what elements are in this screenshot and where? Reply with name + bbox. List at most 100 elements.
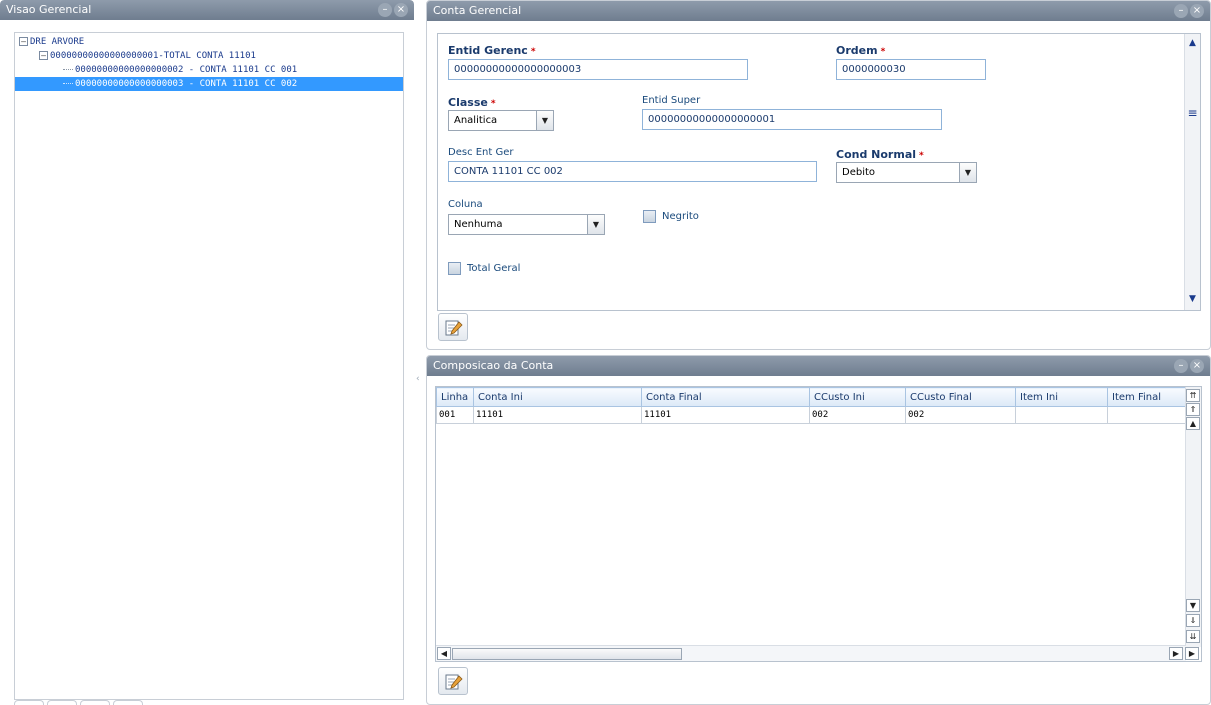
- negrito-checkbox[interactable]: [643, 210, 656, 223]
- negrito-label: Negrito: [662, 211, 699, 222]
- panel-controls: – ×: [1174, 4, 1204, 18]
- close-icon[interactable]: ×: [1190, 4, 1204, 18]
- column-header-conta-final[interactable]: Conta Final: [641, 387, 810, 407]
- cell-item-ini[interactable]: [1015, 406, 1108, 424]
- entid-super-label: Entid Super: [642, 95, 701, 106]
- splitter-arrow-icon[interactable]: ‹: [416, 374, 420, 384]
- panel-header: Conta Gerencial – ×: [427, 1, 1210, 21]
- scroll-thumb[interactable]: [452, 648, 682, 660]
- conta-gerencial-panel: Conta Gerencial – × Entid Gerenc * 000000…: [426, 0, 1211, 350]
- cell-ccusto-ini[interactable]: 002: [809, 406, 906, 424]
- edit-button[interactable]: [438, 313, 468, 341]
- tree-node-cc-001[interactable]: 00000000000000000002 - CONTA 11101 CC 00…: [63, 63, 297, 77]
- bottom-tab[interactable]: [47, 700, 77, 705]
- entid-super-field[interactable]: 00000000000000000001: [642, 109, 942, 130]
- label-text: Ordem: [836, 44, 878, 57]
- composicao-grid: Linha Conta Ini Conta Final CCusto Ini C…: [436, 387, 1188, 424]
- column-header-linha[interactable]: Linha: [436, 387, 474, 407]
- scroll-page-up-icon[interactable]: ⇑: [1186, 403, 1200, 416]
- tree-node-label: 00000000000000000002 - CONTA 11101 CC 00…: [75, 65, 298, 75]
- scroll-up-icon[interactable]: ▲: [1186, 417, 1200, 430]
- ordem-label: Ordem *: [836, 44, 885, 57]
- classe-select[interactable]: Analitica ▼: [448, 110, 554, 131]
- label-text: Entid Gerenc: [448, 44, 528, 57]
- tree-node-label: 00000000000000000001-TOTAL CONTA 11101: [50, 51, 256, 61]
- minimize-icon[interactable]: –: [1174, 359, 1188, 373]
- tree-node-cc-002[interactable]: 00000000000000000003 - CONTA 11101 CC 00…: [15, 77, 403, 91]
- coluna-select[interactable]: Nenhuma ▼: [448, 214, 605, 235]
- bottom-tab[interactable]: [14, 700, 44, 705]
- edit-icon: [445, 320, 463, 336]
- select-value: Debito: [842, 167, 876, 178]
- ordem-field[interactable]: 0000000030: [836, 59, 986, 80]
- visao-gerencial-panel: Visao Gerencial – × – DRE ARVORE –0000000…: [0, 0, 414, 705]
- panel-controls: – ×: [378, 3, 408, 17]
- edit-button[interactable]: [438, 667, 468, 695]
- scroll-right-icon[interactable]: ▶: [1169, 647, 1183, 660]
- collapse-icon[interactable]: –: [39, 51, 48, 60]
- form-scrollbar[interactable]: ▲ ≡ ▼: [1184, 34, 1200, 310]
- column-header-ccusto-final[interactable]: CCusto Final: [905, 387, 1016, 407]
- scroll-top-icon[interactable]: ⇈: [1186, 389, 1200, 402]
- grid-horizontal-scrollbar[interactable]: ◀: [436, 645, 1186, 661]
- cond-normal-label: Cond Normal *: [836, 148, 924, 161]
- scroll-down-icon[interactable]: ▼: [1185, 292, 1200, 306]
- scroll-left-icon[interactable]: ◀: [437, 647, 451, 660]
- cell-item-final[interactable]: [1107, 406, 1188, 424]
- scroll-thumb-icon[interactable]: ≡: [1185, 106, 1200, 120]
- bottom-tabs: [14, 700, 143, 705]
- panel-title: Composicao da Conta: [433, 359, 554, 372]
- cell-conta-ini[interactable]: 11101: [473, 406, 642, 424]
- cell-linha[interactable]: 001: [436, 406, 474, 424]
- column-header-ccusto-ini[interactable]: CCusto Ini: [809, 387, 906, 407]
- close-icon[interactable]: ×: [394, 3, 408, 17]
- select-value: Analitica: [454, 115, 498, 126]
- tree-node-total-conta[interactable]: –00000000000000000001-TOTAL CONTA 11101: [39, 49, 256, 63]
- entid-gerenc-label: Entid Gerenc *: [448, 44, 536, 57]
- close-icon[interactable]: ×: [1190, 359, 1204, 373]
- column-header-item-ini[interactable]: Item Ini: [1015, 387, 1108, 407]
- minimize-icon[interactable]: –: [378, 3, 392, 17]
- scroll-up-icon[interactable]: ▲: [1185, 36, 1200, 50]
- scroll-bottom-icon[interactable]: ⇊: [1186, 630, 1200, 643]
- coluna-label: Coluna: [448, 199, 483, 210]
- bottom-tab[interactable]: [80, 700, 110, 705]
- panel-title: Conta Gerencial: [433, 4, 522, 17]
- tree-node-root[interactable]: – DRE ARVORE: [19, 35, 84, 49]
- panel-header: Composicao da Conta – ×: [427, 356, 1210, 376]
- grid-area: Linha Conta Ini Conta Final CCusto Ini C…: [435, 386, 1202, 662]
- minimize-icon[interactable]: –: [1174, 4, 1188, 18]
- entid-gerenc-field[interactable]: 00000000000000000003: [448, 59, 748, 80]
- scroll-page-down-icon[interactable]: ⇓: [1186, 614, 1200, 627]
- column-header-item-final[interactable]: Item Final: [1107, 387, 1188, 407]
- column-header-conta-ini[interactable]: Conta Ini: [473, 387, 642, 407]
- tree-view[interactable]: – DRE ARVORE –00000000000000000001-TOTAL …: [14, 32, 404, 700]
- form-area: Entid Gerenc * 00000000000000000003 Ordem…: [437, 33, 1201, 311]
- tree-connector: [63, 83, 73, 84]
- grid-vertical-scrollbar[interactable]: ⇈ ⇑ ▲ ▼ ⇓ ⇊: [1185, 387, 1201, 647]
- chevron-down-icon[interactable]: ▼: [587, 215, 604, 234]
- table-row[interactable]: 001 11101 11101 002 002: [436, 406, 1188, 424]
- scroll-right-end-icon[interactable]: ▶: [1185, 647, 1199, 660]
- classe-label: Classe *: [448, 96, 496, 109]
- cond-normal-select[interactable]: Debito ▼: [836, 162, 977, 183]
- scroll-down-icon[interactable]: ▼: [1186, 599, 1200, 612]
- grid-header-row: Linha Conta Ini Conta Final CCusto Ini C…: [436, 387, 1188, 407]
- required-star: *: [490, 99, 496, 109]
- chevron-down-icon[interactable]: ▼: [959, 163, 976, 182]
- label-text: Cond Normal: [836, 148, 917, 161]
- cell-conta-final[interactable]: 11101: [641, 406, 810, 424]
- desc-ent-ger-field[interactable]: CONTA 11101 CC 002: [448, 161, 817, 182]
- required-star: *: [880, 47, 886, 57]
- cell-ccusto-final[interactable]: 002: [905, 406, 1016, 424]
- tree-node-label: DRE ARVORE: [30, 37, 85, 47]
- select-value: Nenhuma: [454, 219, 503, 230]
- edit-icon: [445, 674, 463, 690]
- chevron-down-icon[interactable]: ▼: [536, 111, 553, 130]
- composicao-conta-panel: Composicao da Conta – × Linha Conta Ini …: [426, 355, 1211, 705]
- desc-ent-ger-label: Desc Ent Ger: [448, 147, 514, 158]
- collapse-icon[interactable]: –: [19, 37, 28, 46]
- label-text: Classe: [448, 96, 488, 109]
- total-geral-checkbox[interactable]: [448, 262, 461, 275]
- bottom-tab[interactable]: [113, 700, 143, 705]
